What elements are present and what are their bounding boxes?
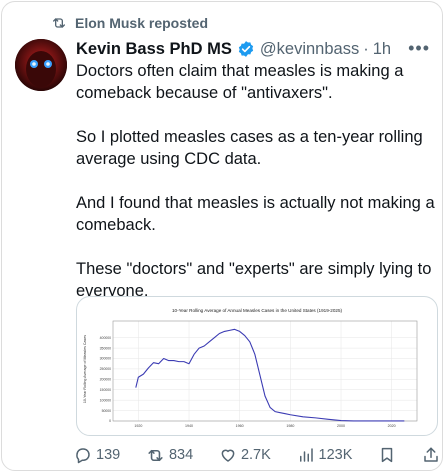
tweet-paragraph: Doctors often claim that measles is maki… xyxy=(76,62,404,102)
author-handle[interactable]: @kevinnbass xyxy=(260,40,359,59)
tweet-card[interactable]: Elon Musk reposted Kevin Bass PhD MS @ke… xyxy=(1,1,443,471)
chart-title: 10-Year Rolling Average of Annual Measle… xyxy=(172,308,343,313)
chart-y-tick-label: 350000 xyxy=(100,346,111,350)
tweet-text: Doctors often claim that measles is maki… xyxy=(76,60,436,302)
reply-button[interactable]: 139 xyxy=(74,446,120,464)
bookmark-button[interactable] xyxy=(378,446,396,464)
share-icon xyxy=(422,446,440,464)
chart-y-tick-label: 250000 xyxy=(100,367,111,371)
action-bar: 139 834 2.7K 123K xyxy=(74,444,440,466)
separator: · xyxy=(363,39,369,58)
chart-y-tick-label: 400000 xyxy=(100,336,111,340)
chart-y-tick-label: 50000 xyxy=(102,409,112,413)
chart-x-tick-label: 2000 xyxy=(337,424,345,428)
verified-badge-icon xyxy=(237,40,255,58)
chart-series-line xyxy=(135,328,405,422)
tweet-paragraph: So I plotted measles cases as a ten-year… xyxy=(76,128,423,168)
views-button[interactable]: 123K xyxy=(297,446,353,464)
measles-chart: 10-Year Rolling Average of Annual Measle… xyxy=(83,308,418,428)
more-options-icon[interactable]: ••• xyxy=(408,38,430,59)
chart-plot-area xyxy=(112,320,418,422)
repost-icon xyxy=(146,446,165,465)
chart-grid xyxy=(113,321,417,422)
repost-count: 834 xyxy=(168,447,194,463)
tweet-header: Kevin Bass PhD MS @kevinnbass · 1h ••• xyxy=(76,38,438,60)
chart-y-axis-label: 10-Year Rolling Average of Measles Cases xyxy=(83,335,87,403)
tweet-paragraph: And I found that measles is actually not… xyxy=(76,194,435,234)
like-count: 2.7K xyxy=(240,447,271,463)
repost-indicator[interactable]: Elon Musk reposted xyxy=(51,14,208,32)
chart-x-tick-label: 1960 xyxy=(236,424,244,428)
chart-y-tick-label: 300000 xyxy=(100,357,111,361)
chart-y-tick-label: 0 xyxy=(109,419,111,423)
avatar[interactable] xyxy=(15,39,67,91)
chart-x-ticks: 1920 1940 1960 1980 2000 2020 xyxy=(134,424,395,428)
views-count: 123K xyxy=(318,447,353,463)
repost-icon xyxy=(51,15,67,31)
views-chart-icon xyxy=(297,446,315,464)
heart-icon xyxy=(219,446,237,464)
chart-y-tick-label: 100000 xyxy=(100,398,111,402)
chart-y-tick-label: 200000 xyxy=(100,378,111,382)
chart-x-tick-label: 1940 xyxy=(185,424,193,428)
repost-label: Elon Musk reposted xyxy=(75,15,209,31)
chart-x-tick-label: 1920 xyxy=(134,424,142,428)
chart-y-ticks: 0 50000 100000 150000 200000 250000 300000 3500… xyxy=(100,336,111,423)
timestamp[interactable]: 1h xyxy=(373,40,391,59)
chart-x-tick-label: 2020 xyxy=(388,424,396,428)
share-button[interactable] xyxy=(422,446,440,464)
chart-x-tick-label: 1980 xyxy=(286,424,294,428)
repost-button[interactable]: 834 xyxy=(146,446,193,465)
attached-chart-image[interactable]: 10-Year Rolling Average of Annual Measle… xyxy=(76,296,438,436)
reply-icon xyxy=(74,446,92,464)
chart-y-tick-label: 150000 xyxy=(100,388,111,392)
bookmark-icon xyxy=(378,446,396,464)
reply-count: 139 xyxy=(96,447,121,463)
author-name[interactable]: Kevin Bass PhD MS xyxy=(76,40,232,59)
like-button[interactable]: 2.7K xyxy=(219,446,271,464)
